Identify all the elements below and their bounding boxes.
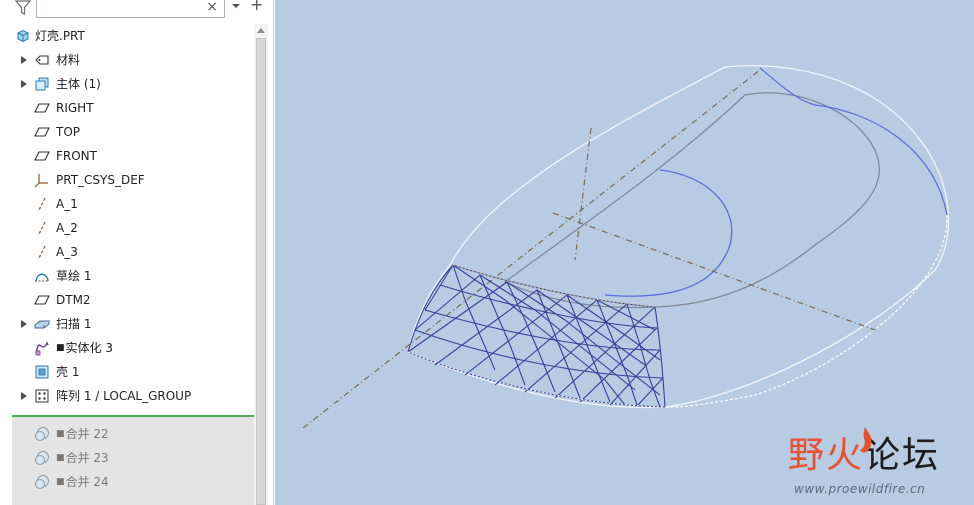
datum-axis <box>552 212 876 331</box>
tree-item-label: 材料 <box>56 53 81 67</box>
tree-item-label: TOP <box>56 125 81 139</box>
clear-icon[interactable]: × <box>206 0 218 15</box>
tree-item-root[interactable]: 灯壳.PRT <box>0 24 254 48</box>
tree-item-top[interactable]: TOP <box>0 120 254 144</box>
tree-item-label: A_3 <box>56 245 78 259</box>
inner-rim-edge <box>503 92 880 309</box>
datum-axis-icon <box>38 221 46 235</box>
merge-icon <box>34 450 50 466</box>
sketch-icon <box>35 273 49 282</box>
suppressed-flag-icon: ■ <box>56 453 65 463</box>
tree-item-label: 草绘 1 <box>56 269 92 283</box>
model-tree-scrollbar[interactable] <box>254 24 268 505</box>
flame-icon <box>860 427 872 453</box>
tree-item-label: A_2 <box>56 221 78 235</box>
tree-item-label: 壳 1 <box>56 365 80 379</box>
tree-item-label: RIGHT <box>56 101 94 115</box>
expand-icon[interactable] <box>21 56 27 64</box>
shell-icon <box>35 365 49 379</box>
body-icon <box>35 77 49 91</box>
tree-item-label: ■合并 24 <box>56 475 109 489</box>
tree-item-pattern[interactable]: 阵列 1 / LOCAL_GROUP <box>0 384 254 408</box>
right-dotted-edge <box>664 214 948 408</box>
tree-item-label: ■合并 22 <box>56 427 109 441</box>
search-input[interactable]: × <box>36 0 225 18</box>
tree-item-merge-23[interactable]: ■合并 23 <box>0 446 254 470</box>
tree-item-label: 阵列 1 / LOCAL_GROUP <box>56 389 192 403</box>
tree-item-right[interactable]: RIGHT <box>0 96 254 120</box>
datum-plane-icon <box>34 103 50 113</box>
tree-item-front[interactable]: FRONT <box>0 144 254 168</box>
tree-item-solidify[interactable]: ■实体化 3 <box>0 336 254 360</box>
scrollbar-thumb[interactable] <box>256 38 266 505</box>
tree-item-label: 灯壳.PRT <box>35 29 85 43</box>
tree-item-a3[interactable]: A_3 <box>0 240 254 264</box>
merge-icon <box>34 426 50 442</box>
tree-item-a1[interactable]: A_1 <box>0 192 254 216</box>
front-curve-edge <box>604 169 733 297</box>
datum-plane-icon <box>34 127 50 137</box>
lattice-mesh <box>407 264 666 408</box>
expand-icon[interactable] <box>21 80 27 88</box>
tree-item-material[interactable]: 材料 <box>0 48 254 72</box>
tree-item-sweep[interactable]: 扫描 1 <box>0 312 254 336</box>
datum-axis <box>574 127 592 261</box>
tree-item-a2[interactable]: A_2 <box>0 216 254 240</box>
suppressed-flag-icon: ■ <box>56 429 65 439</box>
suppressed-features: ■合并 22 ■合并 23 ■合并 24 <box>12 417 254 505</box>
watermark-logo: 野火论坛 www.proewildfire.cn <box>788 427 974 505</box>
add-icon[interactable]: + <box>250 0 263 13</box>
tree-item-label: 主体 (1) <box>56 77 101 91</box>
tree-item-shell[interactable]: 壳 1 <box>0 360 254 384</box>
suppressed-flag-icon: ■ <box>56 477 65 487</box>
csys-icon <box>34 174 48 188</box>
tree-item-label: DTM2 <box>56 293 91 307</box>
pattern-icon <box>35 389 49 403</box>
filter-icon[interactable] <box>14 0 32 16</box>
tree-item-merge-24[interactable]: ■合并 24 <box>0 470 254 494</box>
tree-item-label: ■合并 23 <box>56 451 109 465</box>
mesh-dotted-edge <box>407 351 666 408</box>
datum-plane-icon <box>34 151 50 161</box>
tree-item-sketch[interactable]: 草绘 1 <box>0 264 254 288</box>
solidify-icon <box>35 341 49 356</box>
tree-item-label: ■实体化 3 <box>56 341 113 355</box>
tree-item-label: A_1 <box>56 197 78 211</box>
tree-item-dtm2[interactable]: DTM2 <box>0 288 254 312</box>
expand-icon[interactable] <box>21 320 27 328</box>
part-icon <box>17 29 29 43</box>
tree-item-body[interactable]: 主体 (1) <box>0 72 254 96</box>
datum-axis <box>302 69 761 429</box>
tree-item-merge-22[interactable]: ■合并 22 <box>0 422 254 446</box>
material-icon <box>35 55 49 65</box>
datum-axis-icon <box>38 197 46 211</box>
tree-item-label: FRONT <box>56 149 97 163</box>
top-edge-highlight <box>759 67 948 216</box>
chevron-down-icon[interactable] <box>231 1 241 11</box>
tree-item-csys[interactable]: PRT_CSYS_DEF <box>0 168 254 192</box>
expand-icon[interactable] <box>21 392 27 400</box>
watermark-url: www.proewildfire.cn <box>794 482 926 496</box>
datum-plane-icon <box>34 295 50 305</box>
scroll-up-icon[interactable] <box>257 28 265 33</box>
datum-axis-icon <box>38 245 46 259</box>
tree-item-label: 扫描 1 <box>56 317 92 331</box>
model-tree-panel: × + 灯壳.PRT 材料 主体 (1) RIGHT TOP FRONT PRT… <box>0 0 274 505</box>
merge-icon <box>34 474 50 490</box>
tree-item-label: PRT_CSYS_DEF <box>56 173 145 187</box>
sweep-icon <box>34 320 50 329</box>
suppressed-flag-icon: ■ <box>56 343 65 353</box>
model-tree-toolbar: × + <box>0 0 274 20</box>
